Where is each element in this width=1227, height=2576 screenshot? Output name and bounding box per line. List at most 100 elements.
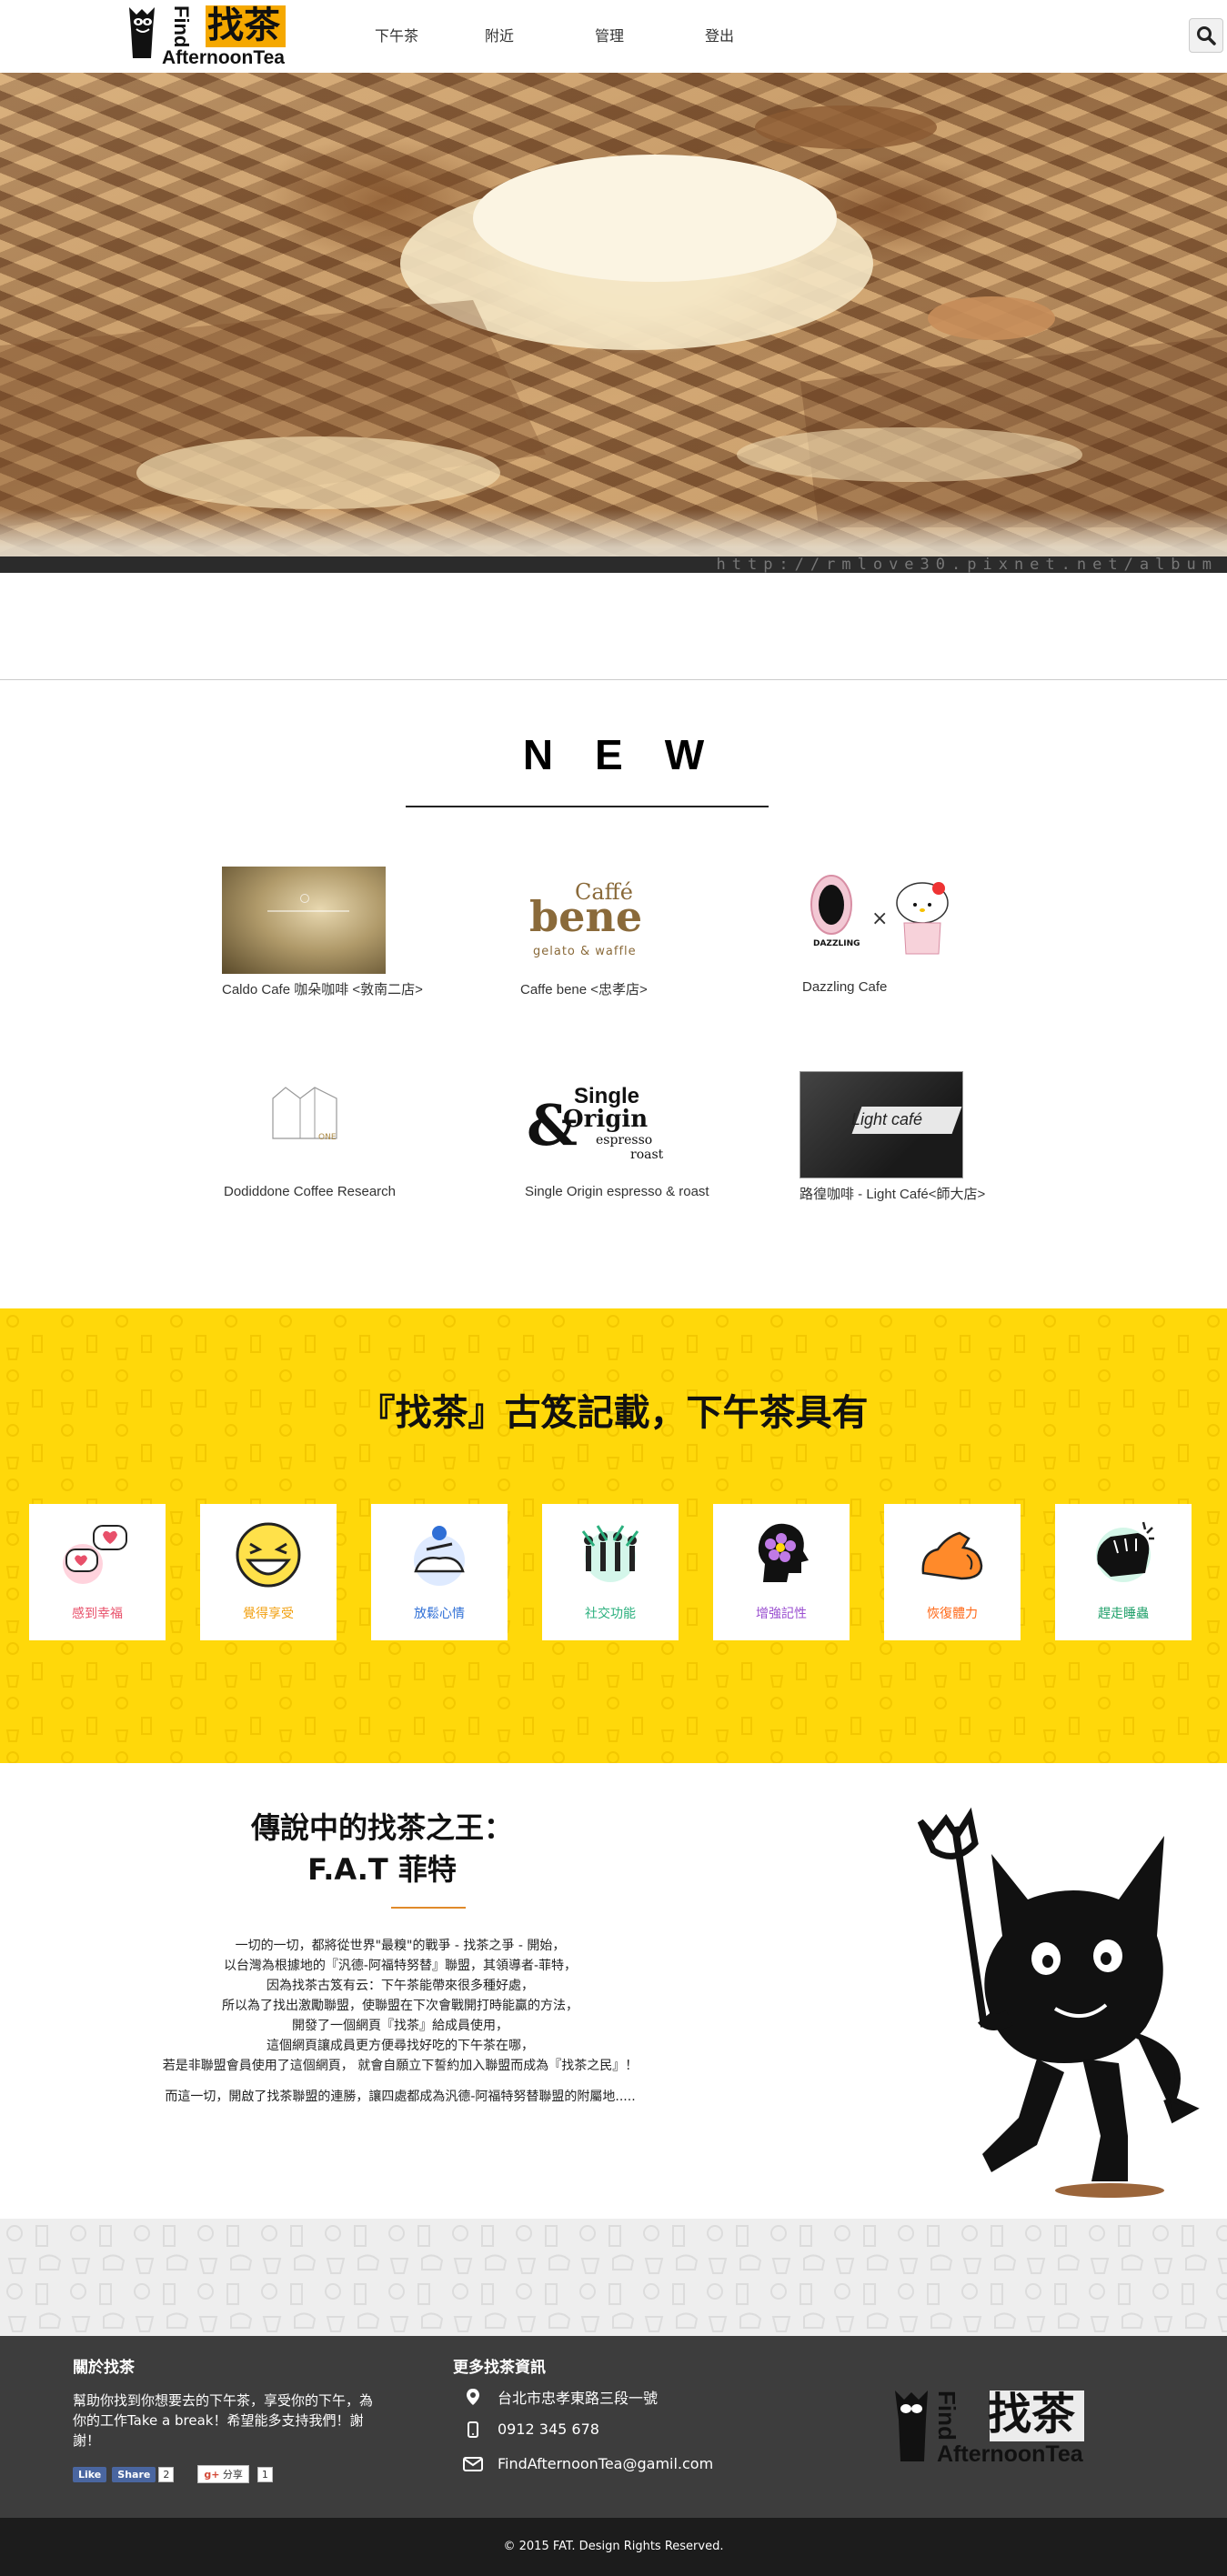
story-line: 開發了一個網頁『找茶』給成員使用， [292, 2019, 508, 2033]
address-text: 台北市忠孝東路三段一號 [498, 2390, 659, 2407]
phone-text: 0912 345 678 [498, 2421, 599, 2438]
facebook-like-label: Like [73, 2466, 107, 2482]
google-plus-icon: g+ [204, 2469, 220, 2481]
logo-text: DAZZLING [813, 939, 860, 948]
main-nav: 下午茶 附近 管理 登出 [375, 24, 815, 45]
shop-card-dodiddone[interactable]: ONE Dodiddone Coffee Research [224, 1071, 396, 1199]
story-line: 所以為了找出激勵聯盟，使聯盟在下次會戰開打時能贏的方法， [222, 1999, 578, 2013]
fist-punch-icon [1096, 1521, 1154, 1582]
social-buttons: Like Share 2 g+ 分享 1 [73, 2465, 273, 2483]
section-spacer [0, 573, 1227, 680]
brand-logo[interactable]: Find 找茶 AfternoonTea [126, 2, 297, 71]
footer-address: 台北市忠孝東路三段一號 [459, 2386, 658, 2408]
google-plus-count: 1 [256, 2466, 273, 2482]
logo-text: ONE [318, 1133, 337, 1142]
email-text: FindAfternoonTea@gamil.com [498, 2455, 714, 2472]
logo-en-text: AfternoonTea [162, 47, 285, 68]
shop-thumb-caldo [222, 867, 386, 974]
shop-card-single-origin[interactable]: & Single Origin espresso roast Single Or… [525, 1071, 709, 1199]
benefit-label: 覺得享受 [243, 1607, 294, 1621]
site-footer: 關於找茶 幫助你找到你想要去的下午茶，享受你的下午，為你的工作Take a br… [0, 2336, 1227, 2518]
logo-zh-text: 找茶 [207, 5, 280, 46]
shop-name: 路徨咖啡 - Light Café<師大店> [800, 1187, 986, 1202]
king-story: 一切的一切，都將從世界"最糗"的戰爭 - 找茶之爭 - 開始， 以台灣為根據地的… [109, 1936, 691, 2107]
benefit-label: 增強記性 [756, 1607, 807, 1621]
footer-logo[interactable]: Find 找茶 AfternoonTea [891, 2383, 1101, 2478]
logo-text: espresso [596, 1133, 653, 1148]
laughing-face-icon [236, 1522, 301, 1588]
shop-name: Single Origin espresso & roast [525, 1184, 709, 1199]
shop-name: Dazzling Cafe [802, 979, 888, 995]
shop-card-caldo[interactable]: Caldo Cafe 咖朵咖啡 <敦南二店> [222, 867, 423, 998]
search-icon [1197, 26, 1216, 45]
king-section: 傳說中的找茶之王： F.A.T 菲特 一切的一切，都將從世界"最糗"的戰爭 - … [0, 1763, 1227, 2219]
king-title-line1: 傳說中的找茶之王： [250, 1810, 513, 1845]
shop-thumb-dodiddone: ONE [224, 1071, 387, 1178]
benefit-cards: 感到幸福 覺得享受 放鬆心情 社交功能 增強記性 恢復體力 趕走睡蟲 [29, 1504, 1226, 1640]
shop-name: Caffe bene <忠孝店> [520, 982, 648, 997]
logo-find-text: Find [933, 2391, 960, 2441]
benefit-label: 感到幸福 [72, 1607, 123, 1621]
google-plus-share-button[interactable]: g+ 分享 [197, 2465, 249, 2483]
search-button[interactable] [1189, 18, 1223, 53]
new-section-title: NEW [522, 731, 747, 778]
map-pin-icon [459, 2389, 487, 2405]
shop-thumb-caffe-bene: Caffé bene gelato & waffle [520, 867, 684, 974]
logo-text: gelato & waffle [533, 945, 637, 958]
google-plus-label: 分享 [222, 2469, 243, 2481]
flexed-arm-icon [921, 1531, 983, 1580]
head-flower-icon [758, 1523, 809, 1582]
logo-text: Light café [851, 1110, 923, 1128]
benefit-card-enjoy: 覺得享受 [200, 1504, 337, 1640]
benefit-label: 放鬆心情 [414, 1607, 465, 1621]
benefit-card-happy: 感到幸福 [29, 1504, 166, 1640]
hearts-chat-icon [63, 1525, 127, 1584]
logo-text: Origin [563, 1106, 649, 1133]
shop-name: Dodiddone Coffee Research [224, 1184, 397, 1199]
shop-thumb-light-cafe: Light café [800, 1071, 963, 1178]
logo-zh-text: 找茶 [988, 2389, 1076, 2440]
shop-name: Caldo Cafe 咖朵咖啡 <敦南二店> [222, 982, 423, 997]
story-closing: 而這一切，開啟了找茶聯盟的連勝，讓四處都成為汎德-阿福特努替聯盟的附屬地....… [165, 2090, 636, 2104]
mobile-phone-icon [459, 2421, 487, 2438]
nav-item-admin[interactable]: 管理 [595, 24, 705, 45]
benefit-card-relax: 放鬆心情 [371, 1504, 508, 1640]
logo-text: bene [529, 892, 643, 941]
nav-item-logout[interactable]: 登出 [705, 24, 815, 45]
nav-item-afternoon-tea[interactable]: 下午茶 [375, 24, 485, 45]
new-section: NEW Caldo Cafe 咖朵咖啡 <敦南二店> Caffé bene ge… [0, 680, 1227, 1308]
footer-about-text: 幫助你找到你想要去的下午茶，享受你的下午，為你的工作Take a break！希… [73, 2392, 374, 2449]
background-pattern [0, 2219, 1227, 2336]
relaxing-person-icon [414, 1526, 465, 1586]
benefit-card-awake: 趕走睡蟲 [1055, 1504, 1192, 1640]
story-line: 以台灣為根據地的『汎德-阿福特努替』聯盟，其領導者-菲特， [223, 1959, 578, 1973]
copyright-bar: © 2015 FAT. Design Rights Reserved. [0, 2518, 1227, 2576]
logo-text: roast [630, 1148, 664, 1162]
shop-card-dazzling[interactable]: × DAZZLING Dazzling Cafe [802, 867, 966, 995]
king-title-line2: F.A.T 菲特 [307, 1852, 457, 1887]
nav-item-nearby[interactable]: 附近 [485, 24, 595, 45]
benefit-label: 趕走睡蟲 [1098, 1607, 1149, 1621]
footer-phone: 0912 345 678 [459, 2421, 599, 2438]
story-line: 這個網頁讓成員更方便尋找好吃的下午茶在哪， [267, 2039, 534, 2053]
footer-email[interactable]: FindAfternoonTea@gamil.com [459, 2455, 713, 2472]
king-divider [391, 1907, 466, 1909]
facebook-share-button[interactable]: Share 2 [112, 2466, 175, 2482]
facebook-like-button[interactable]: Like [73, 2466, 107, 2482]
shop-card-light-cafe[interactable]: Light café 路徨咖啡 - Light Café<師大店> [800, 1071, 985, 1203]
group-people-icon [581, 1525, 639, 1582]
benefits-section: 『找茶』古笈記載，下午茶具有 感到幸福 覺得享受 放鬆心情 社交功能 增強記性 … [0, 1308, 1227, 1763]
benefit-label: 恢復體力 [927, 1607, 978, 1621]
benefit-card-energy: 恢復體力 [884, 1504, 1021, 1640]
fat-devil-mascot [917, 1807, 1200, 2198]
shop-card-caffe-bene[interactable]: Caffé bene gelato & waffle Caffe bene <忠… [520, 867, 684, 998]
dodiddone-logo-icon [272, 1087, 337, 1139]
hero-waffle-image: http://rmlove30.pixnet.net/album [0, 73, 1227, 573]
new-section-divider [406, 806, 769, 807]
benefits-title: 『找茶』古笈記載，下午茶具有 [358, 1392, 869, 1434]
dazzling-logo-icon: × [810, 875, 949, 955]
benefit-label: 社交功能 [585, 1607, 636, 1621]
hero-waffle-shapes [0, 105, 1227, 527]
logo-find-text: Find [170, 5, 193, 48]
hero-watermark: http://rmlove30.pixnet.net/album [0, 556, 1227, 573]
